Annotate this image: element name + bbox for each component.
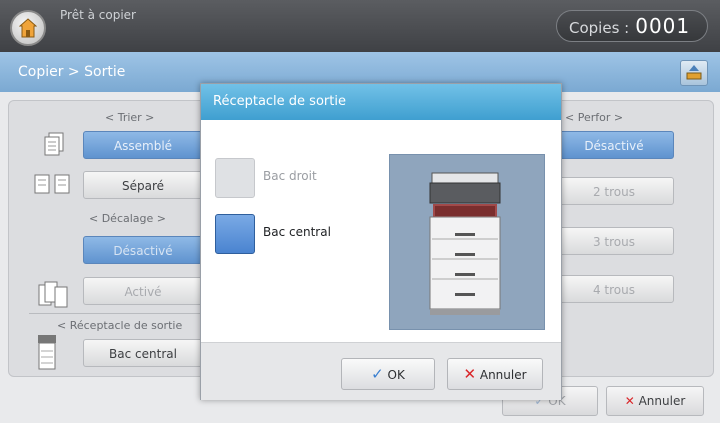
decalage-title: < Décalage >	[89, 212, 166, 225]
copies-label: Copies :	[569, 19, 630, 37]
perfor-title: < Perfor >	[565, 111, 624, 124]
dialog-cancel-label: Annuler	[479, 368, 527, 382]
dialog-title: Réceptacle de sortie	[201, 84, 561, 120]
bac-droit-label: Bac droit	[263, 169, 317, 183]
receptacle-title: < Réceptacle de sortie	[57, 319, 183, 332]
bottom-cancel-label: Annuler	[638, 394, 686, 408]
upload-button[interactable]	[680, 60, 708, 86]
trier-title: < Trier >	[105, 111, 155, 124]
collate-icon	[44, 132, 64, 156]
top-bar: Prêt à copier Copies : 0001	[0, 0, 720, 52]
printer-illustration-icon	[429, 172, 501, 315]
bac-droit-option[interactable]	[215, 158, 255, 198]
decalage-active-button[interactable]: Activé	[83, 277, 203, 305]
status-text: Prêt à copier	[60, 8, 136, 22]
dialog-ok-button[interactable]: ✓ OK	[341, 358, 435, 390]
close-icon: ✕	[624, 394, 635, 408]
bac-central-option[interactable]	[215, 214, 255, 254]
home-button[interactable]	[10, 10, 46, 46]
offset-icon	[38, 281, 68, 308]
bac-central-label: Bac central	[263, 225, 331, 239]
dialog-cancel-button[interactable]: ✕ Annuler	[447, 358, 543, 390]
copies-counter: Copies : 0001	[556, 10, 708, 42]
close-icon: ✕	[463, 365, 477, 383]
home-icon	[19, 18, 37, 38]
perfor-desactive-button[interactable]: Désactivé	[554, 131, 674, 159]
separate-icon	[34, 174, 70, 194]
printer-icon	[38, 335, 56, 370]
printer-preview	[389, 154, 545, 330]
check-icon: ✓	[371, 365, 384, 383]
breadcrumb: Copier > Sortie	[18, 64, 126, 80]
assemble-button[interactable]: Assemblé	[83, 131, 203, 159]
bottom-cancel-button[interactable]: ✕ Annuler	[606, 386, 704, 416]
perfor-2-trous-button[interactable]: 2 trous	[554, 177, 674, 205]
copies-value: 0001	[635, 14, 691, 38]
dialog-body: Bac droit Bac central	[201, 120, 561, 342]
tray-upload-icon	[686, 65, 702, 80]
perfor-3-trous-button[interactable]: 3 trous	[554, 227, 674, 255]
dialog-footer: ✓ OK ✕ Annuler	[201, 342, 561, 400]
perfor-4-trous-button[interactable]: 4 trous	[554, 275, 674, 303]
decalage-desactive-button[interactable]: Désactivé	[83, 236, 203, 264]
output-tray-dialog: Réceptacle de sortie Bac droit Bac centr…	[200, 83, 562, 400]
separe-button[interactable]: Séparé	[83, 171, 203, 199]
dialog-ok-label: OK	[387, 368, 405, 382]
receptacle-value-button[interactable]: Bac central	[83, 339, 203, 367]
divider	[29, 313, 204, 314]
